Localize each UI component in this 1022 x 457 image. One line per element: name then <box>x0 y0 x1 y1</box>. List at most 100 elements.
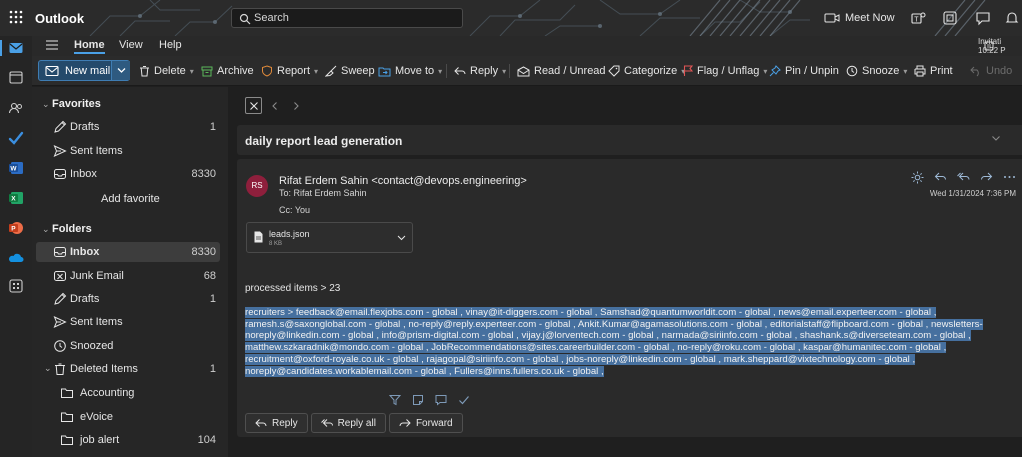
inbox-icon <box>54 169 66 179</box>
checkmark-icon[interactable] <box>458 394 470 406</box>
print-label: Print <box>930 65 953 77</box>
powerpoint-icon[interactable]: P <box>8 220 24 236</box>
toolbar-divider <box>446 64 447 78</box>
categorize-button[interactable]: Categorize ▾ <box>608 62 685 80</box>
folder-inbox-label: Inbox <box>70 246 100 258</box>
undo-button[interactable]: Undo <box>970 62 1012 80</box>
message-card: RS Rifat Erdem Sahin <contact@devops.eng… <box>237 159 1022 437</box>
tab-view[interactable]: View <box>119 39 143 51</box>
reply-icon <box>255 419 267 427</box>
attachment-card[interactable]: leads.json 8 KB <box>246 222 413 253</box>
flag-label: Flag / Unflag <box>697 65 760 77</box>
sender-avatar[interactable]: RS <box>246 175 268 197</box>
folder-junk-email[interactable]: Junk Email 68 <box>36 266 220 286</box>
forward-icon[interactable] <box>980 171 993 183</box>
office-icon[interactable] <box>942 10 958 26</box>
teams-icon[interactable]: T <box>910 10 926 26</box>
clock-icon <box>54 340 66 352</box>
folder-job-alert-count: 104 <box>197 434 216 446</box>
favorite-inbox[interactable]: Inbox 8330 <box>36 164 220 184</box>
reply-icon[interactable] <box>934 171 947 183</box>
people-icon[interactable] <box>8 100 24 116</box>
chevron-down-icon[interactable] <box>397 233 406 242</box>
search-input[interactable]: Search <box>254 12 289 24</box>
folder-job-alert[interactable]: job alert 104 <box>36 430 220 450</box>
flag-button[interactable]: Flag / Unflag ▾ <box>683 62 767 80</box>
word-icon[interactable]: W <box>8 160 24 176</box>
body-line: recruiters > feedback@email.flexjobs.com… <box>245 307 937 318</box>
reply-button[interactable]: Reply ▾ <box>454 62 506 80</box>
mail-icon[interactable] <box>8 40 24 56</box>
folder-accounting[interactable]: Accounting <box>36 383 220 403</box>
folder-evoice[interactable]: eVoice <box>36 407 220 427</box>
folder-snoozed[interactable]: Snoozed <box>36 336 220 356</box>
new-mail-dropdown[interactable] <box>111 61 130 80</box>
favorite-inbox-count: 8330 <box>191 168 216 180</box>
upcoming-invitation[interactable]: Invitati 10:22 P <box>978 37 1022 55</box>
close-reading-button[interactable] <box>245 97 262 114</box>
hamburger-menu-icon[interactable] <box>46 40 58 50</box>
folders-header[interactable]: ⌄ Folders <box>42 223 92 235</box>
pin-button[interactable]: Pin / Unpin <box>769 62 839 80</box>
recipients-cc: Cc: You <box>279 205 311 215</box>
archive-button[interactable]: Archive <box>201 62 254 80</box>
quick-actions-bar <box>389 394 470 406</box>
favorite-drafts-count: 1 <box>209 121 216 133</box>
move-to-button[interactable]: Move to ▾ <box>378 62 442 80</box>
comment-icon[interactable] <box>435 394 447 406</box>
favorite-sent-items[interactable]: Sent Items <box>36 141 220 161</box>
categorize-label: Categorize <box>624 65 678 77</box>
message-date: Wed 1/31/2024 7:36 PM <box>929 189 1016 198</box>
chevron-down-icon[interactable]: ⌄ <box>44 363 52 374</box>
previous-message-button[interactable] <box>266 97 283 114</box>
favorites-header[interactable]: ⌄ Favorites <box>42 98 101 110</box>
search-box[interactable]: Search <box>231 8 463 28</box>
attachment-size: 8 KB <box>269 241 283 247</box>
folder-inbox[interactable]: Inbox 8330 <box>36 242 220 262</box>
note-icon[interactable] <box>412 394 424 406</box>
folder-drafts[interactable]: Drafts 1 <box>36 289 220 309</box>
folder-sent-items[interactable]: Sent Items <box>36 312 220 332</box>
onedrive-icon[interactable] <box>8 250 24 266</box>
notifications-icon[interactable] <box>1004 10 1020 26</box>
reply-all-icon[interactable] <box>957 171 970 183</box>
send-icon <box>53 316 67 328</box>
file-icon <box>254 231 263 243</box>
feedback-icon[interactable] <box>975 10 991 26</box>
next-message-button[interactable] <box>287 97 304 114</box>
close-icon <box>250 102 258 110</box>
report-button[interactable]: Report ▾ <box>261 62 318 80</box>
ribbon-tabs: Home View Help Invitati 10:22 P <box>32 36 1022 56</box>
search-icon <box>239 13 251 25</box>
tab-home[interactable]: Home <box>74 39 105 54</box>
calendar-icon[interactable] <box>8 69 24 85</box>
folder-job-alert-label: job alert <box>80 434 120 446</box>
reply-footer-button[interactable]: Reply <box>245 413 308 433</box>
favorite-drafts[interactable]: Drafts 1 <box>36 117 220 137</box>
filter-icon[interactable] <box>389 394 401 406</box>
sun-icon[interactable] <box>911 171 924 184</box>
tab-help[interactable]: Help <box>159 39 182 51</box>
sender[interactable]: Rifat Erdem Sahin <contact@devops.engine… <box>279 175 527 187</box>
more-apps-icon[interactable] <box>8 278 24 294</box>
meet-now-button[interactable]: Meet Now <box>824 10 895 26</box>
broom-icon <box>325 65 337 77</box>
todo-icon[interactable] <box>8 130 24 146</box>
archive-icon <box>201 66 213 76</box>
add-favorite-link[interactable]: Add favorite <box>101 193 160 205</box>
app-launcher-icon[interactable] <box>8 9 24 25</box>
forward-footer-button[interactable]: Forward <box>388 413 463 433</box>
snooze-button[interactable]: Snooze ▾ <box>846 62 907 80</box>
new-mail-button[interactable]: New mail <box>38 60 130 81</box>
sweep-button[interactable]: Sweep <box>325 62 375 80</box>
message-body: recruiters > feedback@email.flexjobs.com… <box>245 307 997 377</box>
delete-button[interactable]: Delete ▾ <box>139 62 194 80</box>
folder-deleted-items[interactable]: ⌄ Deleted Items 1 <box>36 359 220 379</box>
excel-icon[interactable]: X <box>8 190 24 206</box>
reply-all-footer-button[interactable]: Reply all <box>310 413 386 433</box>
more-options-icon[interactable] <box>1003 171 1016 183</box>
move-to-label: Move to <box>395 65 435 77</box>
read-unread-button[interactable]: Read / Unread <box>517 62 606 80</box>
chevron-down-icon[interactable] <box>991 133 1001 143</box>
print-button[interactable]: Print <box>914 62 953 80</box>
